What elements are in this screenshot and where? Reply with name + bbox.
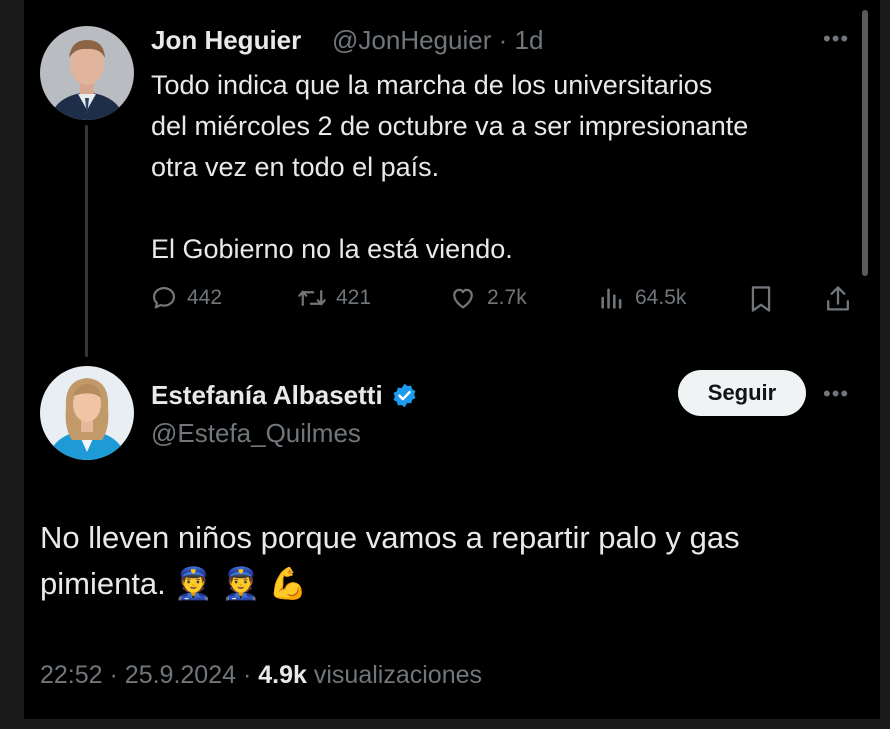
like-action[interactable]: 2.7k [448,284,527,312]
share-action[interactable] [824,284,852,314]
tweet-time-separator: · [498,25,508,55]
tweet-author-name[interactable]: Jon Heguier [151,25,301,56]
tweet-text-line: otra vez en todo el país. [151,152,440,182]
tweet-author-meta: @JonHeguier · 1d [332,25,543,56]
avatar-image [40,366,134,460]
thread-line [85,125,88,357]
reply-count: 442 [187,286,223,309]
retweet-action[interactable]: 421 [297,284,371,312]
retweet-icon [298,289,326,307]
window-frame-bottom [0,719,890,729]
tweet-text-line: Todo indica que la marcha de los univers… [151,70,713,100]
reply-date[interactable]: 25.9.2024 [125,661,236,689]
bookmark-icon [751,286,771,312]
reply-more-icon[interactable]: ••• [823,381,849,407]
reply-views-label: visualizaciones [313,661,483,689]
bookmark-action[interactable] [748,284,774,314]
like-icon [453,288,473,309]
reply-text: No lleven niños porque vamos a repartir … [40,520,740,601]
reply-view-count[interactable]: 4.9k [258,661,307,689]
verified-badge-icon [393,383,416,408]
reply-time[interactable]: 22:52 [40,661,103,689]
tweet-text-line: del miércoles 2 de octubre va a ser impr… [151,111,749,141]
follow-button[interactable]: Seguir [678,370,806,416]
reply-dot: · [109,661,118,689]
scrollbar[interactable] [862,10,868,276]
reply-author-name[interactable]: Estefanía Albasetti [151,380,383,411]
retweet-count: 421 [336,286,372,309]
window-frame-left [0,0,24,729]
reply-author-row: Estefanía Albasetti [151,380,418,411]
reply-dot: · [242,661,252,689]
tweet-actions: 442 421 2.7k 64.5k [150,284,860,316]
share-icon [827,286,849,311]
tweet-time[interactable]: 1d [515,25,544,55]
tweet-more-icon[interactable]: ••• [823,26,849,52]
like-count: 2.7k [487,286,527,309]
avatar-image [40,26,134,120]
avatar-jon-heguier[interactable] [40,26,134,120]
reply-icon [152,286,176,309]
views-count: 64.5k [635,286,687,309]
reply-action[interactable]: 442 [150,284,222,312]
views-action[interactable]: 64.5k [598,284,686,312]
tweet-text: Todo indica que la marcha de los univers… [151,65,851,270]
window-frame-right [880,0,890,729]
avatar-estefania-albasetti[interactable] [40,366,134,460]
tweet-author-handle[interactable]: @JonHeguier [332,25,491,55]
tweet-text-line: El Gobierno no la está viendo. [151,234,513,264]
reply-footer: 22:52 · 25.9.2024 · 4.9k visualizaciones [40,661,482,690]
views-icon [601,288,622,309]
reply-author-handle[interactable]: @Estefa_Quilmes [151,418,361,449]
